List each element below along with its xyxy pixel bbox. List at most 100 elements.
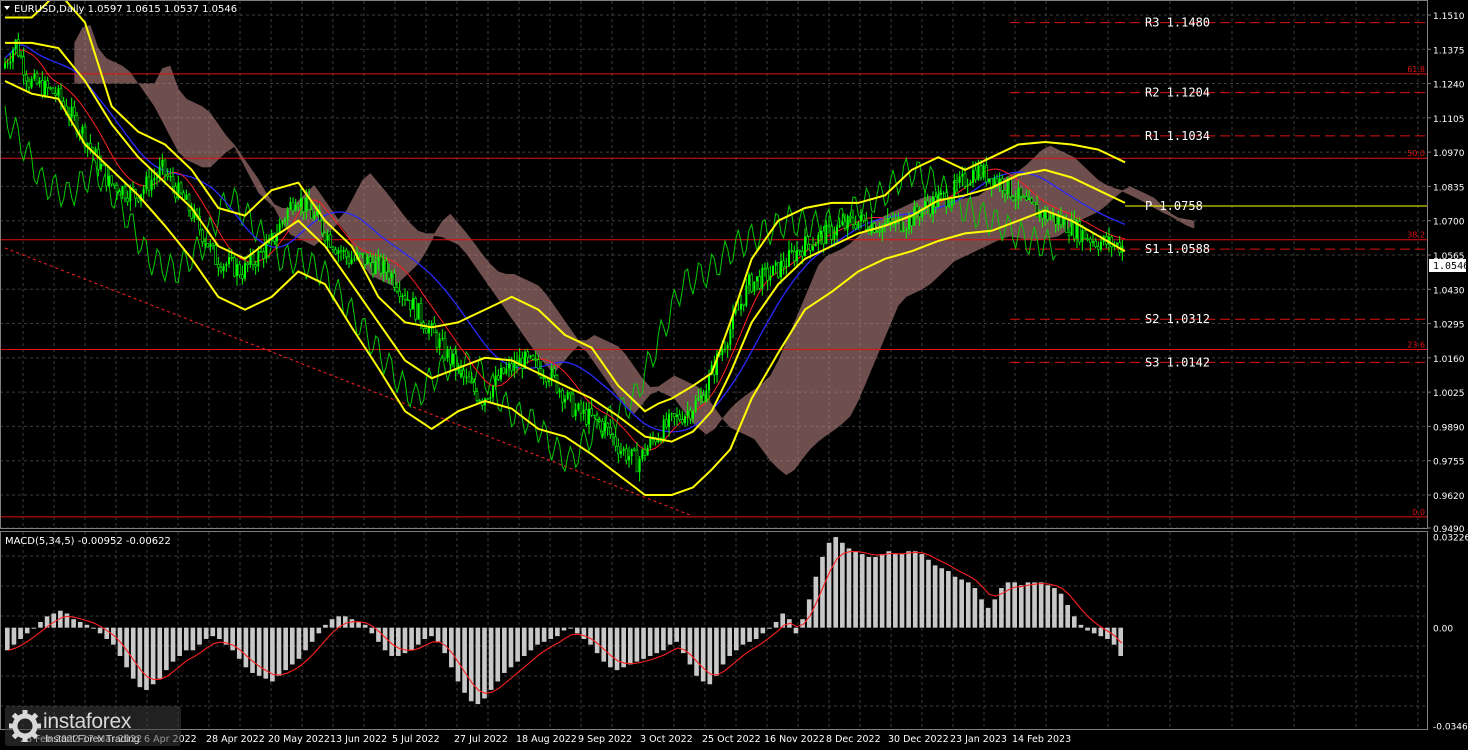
macd-bar — [866, 556, 872, 628]
candle-body — [948, 204, 950, 207]
macd-bar — [77, 622, 83, 628]
candle-body — [1100, 241, 1102, 250]
macd-bar — [362, 624, 368, 628]
candle-body — [990, 178, 993, 188]
candle-body — [1017, 187, 1020, 200]
candle-body — [686, 410, 689, 417]
candle-body — [649, 438, 652, 448]
candle-body — [932, 196, 934, 215]
macd-bar — [250, 627, 255, 673]
macd-bar — [1018, 585, 1024, 628]
candle-body — [849, 215, 852, 219]
watermark: instaforex Instant Forex Trading — [5, 706, 181, 746]
macd-bar — [329, 619, 335, 628]
candle-body — [257, 251, 260, 267]
candle-body — [972, 170, 974, 183]
watermark-tagline: Instant Forex Trading — [45, 734, 140, 745]
candle-body — [827, 224, 831, 227]
candle-body — [590, 408, 593, 416]
macd-bar — [826, 542, 832, 628]
macd-bar — [621, 627, 626, 668]
candle-body — [470, 381, 473, 384]
macd-bar — [1025, 582, 1031, 628]
macd-bar — [356, 622, 361, 628]
candle-body — [878, 230, 881, 233]
macd-bar — [641, 627, 646, 659]
time-tick-label: 8 Dec 2022 — [826, 734, 881, 745]
candle-body — [606, 422, 609, 428]
candle-body — [854, 224, 857, 229]
macd-bar — [197, 627, 202, 645]
candle-body — [1094, 240, 1097, 247]
candle-body — [1054, 214, 1057, 225]
candle-body — [100, 164, 102, 170]
macd-tick-label: 0.00 — [1433, 625, 1453, 635]
candle-body — [974, 169, 977, 180]
macd-bar — [5, 627, 10, 651]
macd-bar — [342, 616, 348, 628]
candle-body — [369, 256, 372, 263]
candle-body — [963, 173, 967, 187]
candle-body — [1065, 218, 1068, 233]
candle-body — [726, 344, 729, 349]
last-price-marker: 1.0546 — [1429, 259, 1468, 272]
collapse-arrow-icon[interactable] — [4, 6, 10, 10]
candle-body — [374, 261, 377, 274]
pivot-label: S3 1.0142 — [1145, 355, 1210, 369]
macd-bar — [873, 556, 878, 628]
macd-bar — [369, 627, 375, 634]
candle-body — [745, 285, 748, 306]
price-tick-label: 1.0160 — [1433, 355, 1465, 365]
candle-body — [443, 337, 447, 359]
candle-body — [758, 276, 761, 289]
macd-bar — [316, 627, 322, 634]
macd-bar — [694, 627, 699, 676]
candle-body — [233, 257, 236, 277]
candle-body — [555, 375, 559, 393]
candle-body — [788, 250, 790, 267]
macd-bar — [38, 622, 43, 628]
macd-bar — [727, 627, 733, 656]
candle-body — [94, 149, 97, 153]
candle-body — [326, 234, 329, 241]
candle-body — [486, 398, 489, 400]
macd-bar — [349, 619, 355, 628]
macd-bar — [495, 627, 501, 682]
candle-body — [593, 414, 596, 416]
candle-body — [142, 188, 145, 195]
candle-body — [395, 287, 399, 292]
candle-body — [617, 445, 620, 455]
macd-bar — [303, 627, 308, 651]
trend-line — [4, 247, 691, 516]
macd-bar — [979, 599, 984, 628]
macd-tick-label: 0.03226 — [1433, 533, 1468, 543]
candle-body — [494, 375, 497, 386]
candle-body — [12, 49, 14, 62]
candle-body — [566, 392, 569, 399]
macd-bar — [1065, 605, 1070, 628]
candle-body — [822, 230, 825, 245]
candle-body — [595, 414, 599, 421]
macd-bar — [1052, 588, 1057, 628]
pivot-label: S1 1.0588 — [1145, 242, 1210, 256]
candle-body — [1025, 196, 1028, 201]
candle-body — [475, 391, 479, 401]
candle-body — [609, 426, 612, 435]
macd-axis: 0.03226 0.00 -0.03463 — [1433, 533, 1468, 732]
candle-body — [153, 178, 156, 181]
macd-bar — [1091, 627, 1097, 634]
macd-bar — [170, 627, 176, 662]
candle-body — [190, 209, 193, 219]
candle-body — [291, 201, 295, 211]
macd-bar — [1058, 593, 1064, 628]
candle-body — [628, 456, 630, 461]
candle-body — [635, 449, 639, 473]
candle-body — [102, 163, 105, 167]
macd-bar — [581, 627, 587, 639]
candle-body — [843, 221, 847, 229]
candle-body — [387, 271, 391, 279]
candle-body — [115, 185, 119, 193]
watermark-brand: instaforex — [43, 710, 132, 733]
macd-info: MACD(5,34,5) -0.00952 -0.00622 — [5, 536, 171, 547]
candle-body — [902, 230, 905, 232]
